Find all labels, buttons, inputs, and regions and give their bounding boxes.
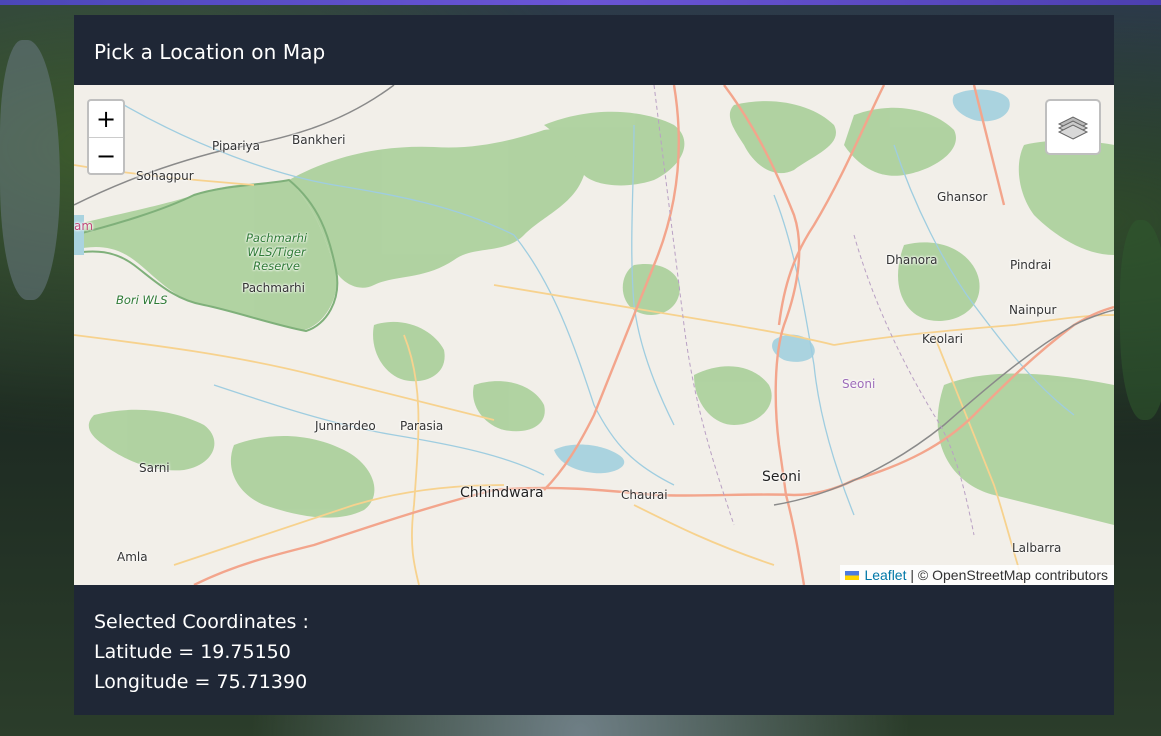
place-label-am: am	[74, 219, 94, 233]
ukraine-flag-icon	[845, 571, 860, 580]
place-label-pipariya: Pipariya	[212, 139, 260, 153]
attribution-separator: |	[910, 567, 915, 583]
place-label-chaurai: Chaurai	[621, 488, 668, 502]
place-label-seoni-district: Seoni	[842, 377, 876, 391]
layers-control-button[interactable]	[1045, 99, 1101, 155]
map-attribution: Leaflet | © OpenStreetMap contributors	[840, 565, 1114, 585]
background-scenery	[1120, 220, 1161, 420]
place-label-pachmarhi-wls-line3: Reserve	[253, 259, 300, 273]
place-label-pachmarhi-wls-line2: WLS/Tiger	[247, 245, 306, 259]
place-label-bankheri: Bankheri	[292, 133, 346, 147]
longitude-text: Longitude = 75.71390	[94, 671, 308, 693]
place-label-dhanora: Dhanora	[886, 253, 938, 267]
place-label-amla: Amla	[117, 550, 148, 564]
leaflet-link[interactable]: Leaflet	[864, 567, 906, 583]
place-label-sohagpur: Sohagpur	[136, 169, 194, 183]
place-label-sarni: Sarni	[139, 461, 170, 475]
place-label-keolari: Keolari	[922, 332, 963, 346]
osm-attribution-text: © OpenStreetMap contributors	[917, 567, 1108, 583]
background-scenery	[0, 40, 60, 300]
selected-coordinates: Selected Coordinates : Latitude = 19.751…	[94, 607, 309, 697]
coordinates-heading: Selected Coordinates :	[94, 611, 309, 633]
place-label-pachmarhi-wls: Pachmarhi WLS/Tiger Reserve	[246, 231, 307, 273]
layers-icon	[1057, 116, 1089, 140]
card-title: Pick a Location on Map	[94, 40, 326, 64]
place-label-pindrai: Pindrai	[1010, 258, 1052, 272]
place-label-chhindwara: Chhindwara	[460, 485, 544, 501]
place-label-nainpur: Nainpur	[1009, 303, 1057, 317]
place-label-bori-wls: Bori WLS	[116, 293, 168, 307]
latitude-text: Latitude = 19.75150	[94, 641, 291, 663]
zoom-in-button[interactable]: +	[89, 101, 123, 138]
place-label-lalbarra: Lalbarra	[1012, 541, 1062, 555]
zoom-control: + −	[87, 99, 125, 175]
place-label-pachmarhi: Pachmarhi	[242, 281, 305, 295]
place-label-parasia: Parasia	[400, 419, 444, 433]
place-label-ghansor: Ghansor	[937, 190, 988, 204]
place-label-pachmarhi-wls-line1: Pachmarhi	[246, 231, 308, 245]
place-label-seoni-city: Seoni	[762, 469, 801, 485]
zoom-out-button[interactable]: −	[89, 138, 123, 174]
location-picker-card: Pick a Location on Map Pipariya Bankheri…	[74, 15, 1114, 715]
top-accent-bar	[0, 0, 1161, 5]
map-view[interactable]: Pipariya Bankheri Sohagpur am Pachmarhi …	[74, 85, 1114, 585]
place-label-junnardeo: Junnardeo	[315, 419, 376, 433]
